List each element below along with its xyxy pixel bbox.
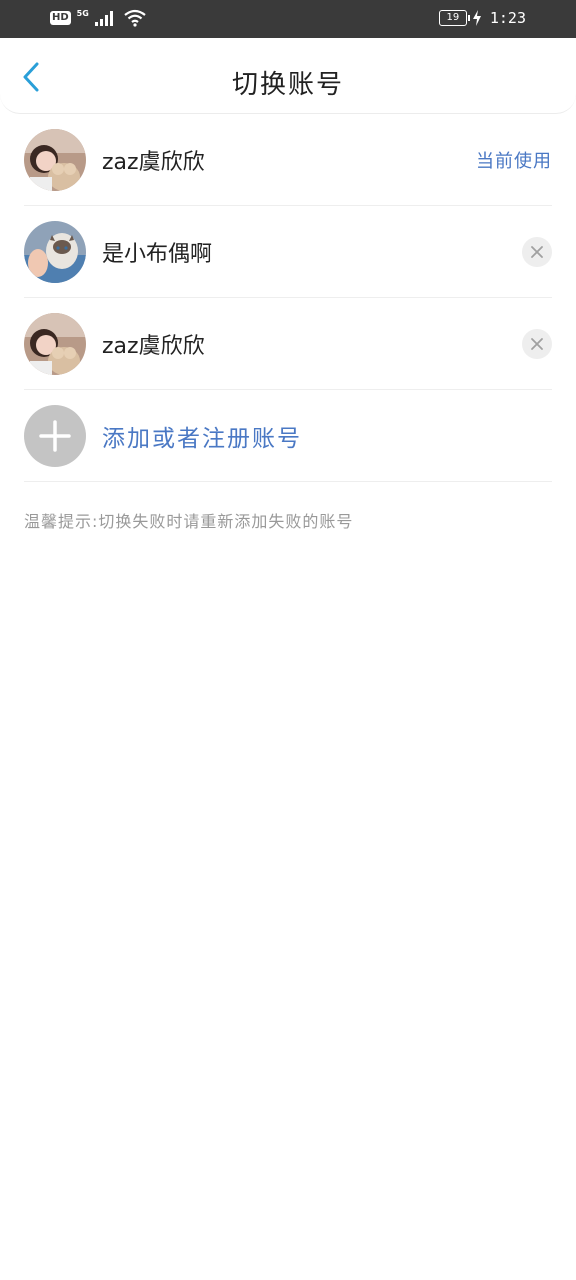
avatar (24, 128, 86, 191)
add-account-label: 添加或者注册账号 (102, 425, 302, 452)
add-account-row[interactable]: 添加或者注册账号 (24, 390, 552, 482)
signal-icon (94, 11, 113, 26)
close-icon (531, 337, 543, 350)
remove-account-button[interactable] (522, 328, 552, 359)
network-type: 5G (76, 8, 89, 18)
close-icon (531, 245, 543, 258)
current-account-label: 当前使用 (476, 150, 552, 172)
account-name: zaz虞欣欣 (102, 333, 205, 359)
remove-account-button[interactable] (522, 236, 552, 267)
header: 切换账号 (0, 38, 576, 114)
add-account-circle (24, 404, 86, 467)
account-row-current[interactable]: zaz虞欣欣 当前使用 (24, 114, 552, 206)
avatar (24, 220, 86, 283)
battery-indicator: 19 (438, 10, 470, 26)
charging-icon (472, 10, 481, 26)
account-row[interactable]: 是小布偶啊 (24, 206, 552, 298)
account-name: 是小布偶啊 (102, 241, 213, 267)
plus-icon (39, 419, 71, 452)
avatar (24, 312, 86, 375)
status-bar: HD 5G 19 1:23 (0, 0, 576, 38)
status-bar-left: HD 5G (50, 9, 147, 27)
account-row[interactable]: zaz虞欣欣 (24, 298, 552, 390)
account-name: zaz虞欣欣 (102, 149, 205, 175)
status-bar-right: 19 1:23 (438, 9, 526, 27)
page-title: 切换账号 (231, 70, 344, 100)
account-list: zaz虞欣欣 当前使用 是小布偶啊 zaz虞欣欣 添加或者注册账号 (24, 114, 552, 482)
clock: 1:23 (489, 9, 526, 27)
tip-text: 温馨提示:切换失败时请重新添加失败的账号 (24, 512, 354, 531)
wifi-icon (124, 9, 146, 27)
hd-badge: HD (50, 11, 71, 25)
